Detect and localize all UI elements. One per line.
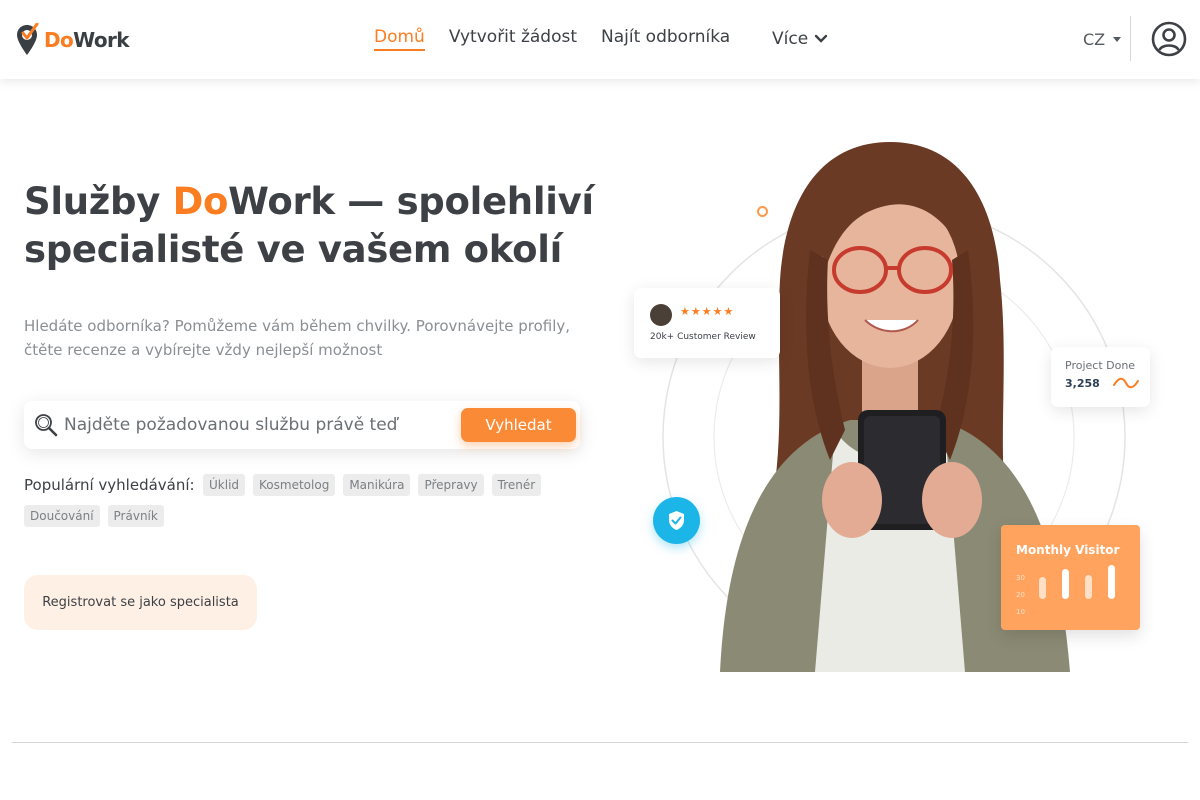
hero-subtitle: Hledáte odborníka? Pomůžeme vám během ch…	[24, 317, 571, 359]
search-input[interactable]	[64, 409, 454, 441]
visitor-title: Monthly Visitor	[1016, 543, 1120, 557]
location-check-icon	[17, 23, 39, 55]
visitor-tick: 30	[1016, 574, 1025, 582]
caret-down-icon	[1113, 37, 1122, 42]
rating-stars: ★★★★★	[680, 305, 735, 318]
nav-more-label: Více	[772, 29, 809, 49]
project-value: 3,258	[1065, 377, 1100, 390]
main-nav: Domů Vytvořit žádost Najít odborníka	[374, 27, 730, 51]
language-selector[interactable]: CZ	[1083, 30, 1122, 49]
nav-more-dropdown[interactable]: Více	[772, 29, 828, 49]
visitor-bar	[1085, 575, 1092, 599]
wave-icon	[1113, 377, 1139, 389]
visitor-bar	[1039, 577, 1046, 599]
nav-link-home[interactable]: Domů	[374, 27, 425, 51]
navbar: DoWork Domů Vytvořit žádost Najít odborn…	[0, 0, 1200, 79]
visitor-bar	[1062, 569, 1069, 599]
review-caption: 20k+ Customer Review	[650, 332, 756, 342]
popular-tag[interactable]: Trenér	[491, 474, 542, 496]
shield-check-icon	[669, 511, 684, 530]
review-card: ★★★★★ 20k+ Customer Review	[634, 288, 780, 358]
hero-illustration: ★★★★★ 20k+ Customer Review Project Done …	[600, 130, 1200, 675]
visitor-bar-chart	[1039, 565, 1115, 599]
logo[interactable]: DoWork	[15, 22, 130, 58]
reviewer-avatar	[650, 304, 672, 326]
popular-tag[interactable]: Právník	[107, 505, 164, 527]
hero-title: Služby DoWork — spolehliví specialisté v…	[24, 180, 594, 271]
popular-tags-row: Doučování Právník	[24, 505, 172, 527]
search-bar: Vyhledat	[24, 401, 580, 449]
popular-searches: Populární vyhledávání: Úklid Kosmetolog …	[24, 474, 564, 527]
project-card: Project Done 3,258	[1051, 347, 1150, 407]
visitor-tick: 10	[1016, 608, 1025, 616]
popular-tag[interactable]: Přepravy	[418, 474, 484, 496]
shield-check-badge	[653, 497, 700, 544]
popular-tag[interactable]: Manikúra	[343, 474, 411, 496]
decorative-dot	[757, 206, 768, 217]
popular-tag[interactable]: Doučování	[24, 505, 100, 527]
popular-tag[interactable]: Kosmetolog	[253, 474, 336, 496]
user-account-icon[interactable]	[1151, 21, 1187, 57]
register-specialist-button[interactable]: Registrovat se jako specialista	[24, 575, 257, 630]
monthly-visitor-card: Monthly Visitor 30 20 10	[1001, 525, 1140, 630]
popular-searches-label: Populární vyhledávání:	[24, 475, 195, 494]
visitor-axis: 30 20 10	[1016, 570, 1025, 621]
nav-link-find-expert[interactable]: Najít odborníka	[601, 27, 730, 47]
visitor-bar	[1108, 565, 1115, 599]
popular-tags-row: Úklid Kosmetolog Manikúra Přepravy Trené…	[203, 474, 549, 496]
nav-divider	[1130, 16, 1131, 61]
logo-text: DoWork	[44, 28, 130, 52]
section-divider	[12, 742, 1188, 743]
chevron-down-icon	[814, 34, 828, 43]
nav-link-create-request[interactable]: Vytvořit žádost	[449, 27, 577, 47]
visitor-tick: 20	[1016, 591, 1025, 599]
search-button[interactable]: Vyhledat	[461, 408, 576, 442]
project-title: Project Done	[1065, 359, 1136, 372]
popular-tag[interactable]: Úklid	[203, 474, 246, 496]
search-icon	[35, 414, 58, 437]
language-label: CZ	[1083, 30, 1106, 49]
